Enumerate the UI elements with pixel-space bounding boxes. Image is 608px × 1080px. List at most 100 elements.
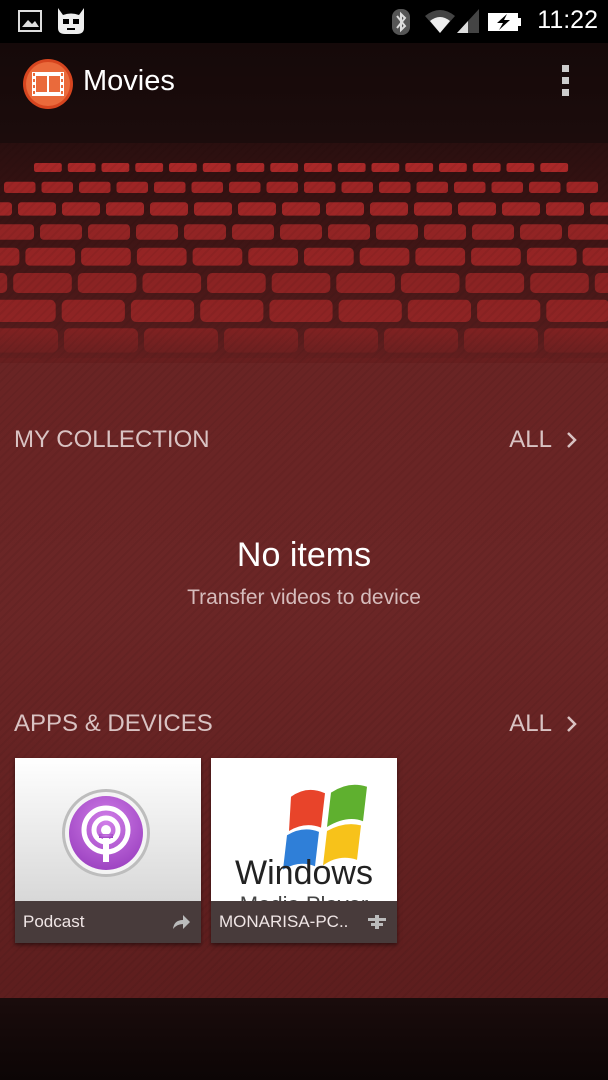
theater-seat <box>389 358 468 363</box>
app-title: Movies <box>83 65 175 97</box>
theater-seat <box>590 202 608 216</box>
theater-seat <box>328 224 370 240</box>
theater-seat <box>184 224 226 240</box>
theater-seat <box>194 202 232 216</box>
action-bar: Movies <box>0 43 608 143</box>
monarisa-pc-tile[interactable]: WindowsMedia Player MONARISA-PC.. <box>211 758 397 943</box>
theater-seat <box>416 181 448 193</box>
theater-seat <box>232 224 274 240</box>
cyanogenmod-icon <box>58 8 84 34</box>
navigation-bar <box>0 998 608 1080</box>
theater-seat <box>191 181 223 193</box>
theater-seat <box>544 328 608 353</box>
theater-seat <box>236 163 265 172</box>
theater-seat <box>4 181 36 193</box>
theater-seat <box>150 202 188 216</box>
theater-seat <box>304 358 383 363</box>
theater-seat <box>64 328 138 353</box>
theater-seat <box>106 202 144 216</box>
theater-seat <box>472 224 514 240</box>
tile-caption: MONARISA-PC.. <box>211 901 397 943</box>
theater-seat <box>472 163 501 172</box>
podcast-icon <box>15 758 201 901</box>
theater-seat <box>506 163 535 172</box>
my-collection-title: MY COLLECTION <box>14 426 210 453</box>
theater-seat <box>142 273 202 293</box>
theater-seat <box>407 299 471 322</box>
tile-caption: Podcast <box>15 901 201 943</box>
empty-state-title: No items <box>236 536 372 574</box>
theater-seat <box>376 224 418 240</box>
theater-seat <box>304 247 354 266</box>
theater-seat <box>0 273 8 293</box>
clock: 11:22 <box>537 6 598 34</box>
overflow-menu-icon[interactable] <box>558 65 572 103</box>
image-notification-icon <box>18 10 42 32</box>
theater-seat <box>520 224 562 240</box>
theater-seat <box>477 299 541 322</box>
theater-seat <box>25 247 76 266</box>
share-arrow-icon[interactable] <box>171 913 191 931</box>
theater-seat <box>474 358 553 363</box>
theater-seat <box>135 163 164 172</box>
theater-seat <box>61 299 125 322</box>
theater-seat <box>229 181 261 193</box>
theater-seat <box>546 202 584 216</box>
theater-seat <box>0 358 43 363</box>
theater-seat <box>424 224 466 240</box>
theater-seat <box>81 247 131 266</box>
battery-charging-icon <box>488 13 521 31</box>
chevron-right-icon <box>567 716 577 732</box>
theater-seat <box>529 181 561 193</box>
theater-seat <box>200 299 264 322</box>
theater-seat <box>304 328 378 353</box>
theater-seat <box>238 202 276 216</box>
apps-devices-all-label: ALL <box>509 710 552 737</box>
theater-seat <box>582 247 608 266</box>
theater-seat <box>266 181 298 193</box>
theater-seat <box>568 224 608 240</box>
main-content[interactable]: MY COLLECTION ALL No items Transfer vide… <box>0 143 608 998</box>
apps-devices-all-link[interactable]: ALL <box>509 710 578 738</box>
theater-seat <box>130 299 195 322</box>
theater-seat <box>79 181 111 193</box>
podcast-tile[interactable]: Podcast <box>15 758 201 943</box>
theater-seat <box>530 273 589 293</box>
theater-seat <box>594 273 608 293</box>
theater-seat <box>224 328 298 353</box>
theater-seat <box>336 273 395 293</box>
theater-seat <box>282 202 320 216</box>
theater-seat <box>77 273 137 293</box>
theater-seat <box>271 273 331 293</box>
theater-seat <box>0 224 34 240</box>
media-server-icon[interactable] <box>367 913 387 931</box>
theater-seat <box>341 181 373 193</box>
theater-seat <box>13 273 72 293</box>
theater-seat <box>384 328 458 353</box>
theater-seat <box>454 181 486 193</box>
theater-seat <box>0 328 58 353</box>
theater-seat <box>0 299 56 322</box>
theater-seat <box>248 247 298 266</box>
theater-seat <box>415 247 466 266</box>
theater-seat <box>49 358 128 363</box>
theater-seat <box>207 273 266 293</box>
theater-seat <box>62 202 100 216</box>
theater-seat <box>304 163 332 172</box>
theater-seat <box>304 181 336 193</box>
theater-seat <box>18 202 56 216</box>
empty-state-subtitle: Transfer videos to device <box>187 586 421 609</box>
theater-seat <box>338 299 402 322</box>
theater-seat <box>169 163 197 172</box>
movie-film-icon[interactable] <box>22 58 74 110</box>
status-bar: 11:22 <box>0 0 608 43</box>
theater-seat <box>67 163 96 172</box>
windows-media-player-logo: WindowsMedia Player <box>211 758 397 901</box>
theater-seat <box>34 163 62 172</box>
bluetooth-icon <box>392 9 410 35</box>
theater-seat <box>134 358 213 363</box>
collection-all-link[interactable]: ALL <box>509 426 578 454</box>
theater-seat <box>41 181 73 193</box>
theater-seat <box>471 247 521 266</box>
theater-seat <box>458 202 496 216</box>
